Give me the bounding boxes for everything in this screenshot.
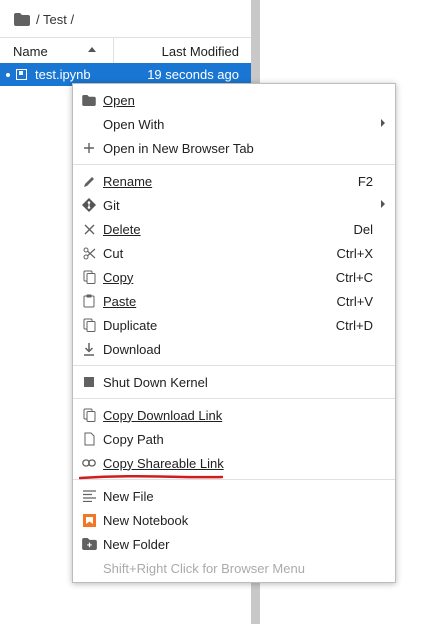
stop-icon bbox=[81, 374, 97, 390]
menu-label: Rename bbox=[103, 173, 153, 189]
menu-label: New Notebook bbox=[103, 512, 189, 528]
clipboard-icon bbox=[81, 293, 97, 309]
close-icon bbox=[81, 221, 97, 237]
menu-label: Duplicate bbox=[103, 317, 158, 333]
menu-label: Cut bbox=[103, 245, 124, 261]
menu-item-copy-download-link[interactable]: Copy Download Link bbox=[73, 403, 395, 427]
notebook-icon bbox=[81, 512, 97, 528]
menu-label: Shift+Right Click for Browser Menu bbox=[103, 560, 305, 576]
folder-icon bbox=[81, 92, 97, 108]
submenu-arrow-icon bbox=[381, 200, 385, 208]
menu-separator bbox=[73, 164, 395, 165]
menu-item-git[interactable]: Git bbox=[73, 193, 395, 217]
scissors-icon bbox=[81, 245, 97, 261]
menu-item-browser-menu-hint: Shift+Right Click for Browser Menu bbox=[73, 556, 395, 580]
menu-shortcut: Ctrl+C bbox=[335, 269, 373, 285]
file-list-header: Name Last Modified bbox=[0, 37, 251, 65]
menu-item-open-with[interactable]: Open With bbox=[73, 112, 395, 136]
menu-item-duplicate[interactable]: Duplicate Ctrl+D bbox=[73, 313, 395, 337]
git-icon bbox=[81, 197, 97, 213]
menu-item-new-folder[interactable]: New Folder bbox=[73, 532, 395, 556]
menu-item-paste[interactable]: Paste Ctrl+V bbox=[73, 289, 395, 313]
menu-item-delete[interactable]: Delete Del bbox=[73, 217, 395, 241]
menu-label: Download bbox=[103, 341, 161, 357]
file-name: test.ipynb bbox=[35, 67, 91, 82]
menu-label: Open bbox=[103, 92, 135, 108]
column-modified-label: Last Modified bbox=[161, 43, 239, 59]
link-icon bbox=[81, 455, 97, 471]
menu-separator bbox=[73, 365, 395, 366]
annotation-underline bbox=[79, 474, 223, 480]
menu-label: Git bbox=[103, 197, 120, 213]
menu-item-rename[interactable]: Rename F2 bbox=[73, 169, 395, 193]
menu-shortcut: Ctrl+X bbox=[336, 245, 373, 261]
blank-icon bbox=[81, 116, 97, 132]
menu-label: Paste bbox=[103, 293, 137, 309]
copy-icon bbox=[81, 407, 97, 423]
menu-item-open-new-tab[interactable]: Open in New Browser Tab bbox=[73, 136, 395, 160]
submenu-arrow-icon bbox=[381, 119, 385, 127]
menu-label: Shut Down Kernel bbox=[103, 374, 208, 390]
menu-item-download[interactable]: Download bbox=[73, 337, 395, 361]
text-file-icon bbox=[81, 488, 97, 504]
menu-item-cut[interactable]: Cut Ctrl+X bbox=[73, 241, 395, 265]
running-indicator-icon bbox=[6, 72, 10, 77]
column-header-last-modified[interactable]: Last Modified bbox=[114, 44, 251, 59]
menu-label: Delete bbox=[103, 221, 141, 237]
menu-separator bbox=[73, 398, 395, 399]
menu-label: New File bbox=[103, 488, 154, 504]
menu-label: New Folder bbox=[103, 536, 170, 552]
copy-icon bbox=[81, 269, 97, 285]
menu-shortcut: Ctrl+V bbox=[336, 293, 373, 309]
menu-shortcut: F2 bbox=[357, 173, 373, 189]
menu-label: Copy bbox=[103, 269, 134, 285]
new-folder-icon bbox=[81, 536, 97, 552]
breadcrumb: / Test / bbox=[14, 8, 74, 30]
menu-item-copy-path[interactable]: Copy Path bbox=[73, 427, 395, 451]
file-modified: 19 seconds ago bbox=[147, 67, 239, 82]
notebook-icon bbox=[16, 69, 27, 80]
blank-icon bbox=[81, 560, 97, 576]
menu-item-copy-shareable-link[interactable]: Copy Shareable Link bbox=[73, 451, 395, 475]
menu-item-copy[interactable]: Copy Ctrl+C bbox=[73, 265, 395, 289]
folder-icon[interactable] bbox=[14, 12, 30, 26]
duplicate-icon bbox=[81, 317, 97, 333]
download-icon bbox=[81, 341, 97, 357]
menu-shortcut: Del bbox=[353, 221, 373, 237]
context-menu: Open Open With Open in New Browser Tab R… bbox=[72, 83, 396, 583]
menu-item-open[interactable]: Open bbox=[73, 88, 395, 112]
menu-item-new-notebook[interactable]: New Notebook bbox=[73, 508, 395, 532]
sort-ascending-icon bbox=[88, 47, 96, 52]
pencil-icon bbox=[81, 173, 97, 189]
menu-item-shutdown-kernel[interactable]: Shut Down Kernel bbox=[73, 370, 395, 394]
plus-icon bbox=[81, 140, 97, 156]
file-icon bbox=[81, 431, 97, 447]
menu-label: Open With bbox=[103, 116, 165, 132]
column-name-label: Name bbox=[13, 43, 48, 59]
column-header-name[interactable]: Name bbox=[0, 38, 114, 64]
menu-label: Open in New Browser Tab bbox=[103, 140, 254, 156]
breadcrumb-path[interactable]: / Test / bbox=[36, 12, 74, 27]
menu-item-new-file[interactable]: New File bbox=[73, 484, 395, 508]
menu-label: Copy Download Link bbox=[103, 407, 223, 423]
menu-shortcut: Ctrl+D bbox=[335, 317, 373, 333]
menu-label: Copy Path bbox=[103, 431, 164, 447]
menu-label: Copy Shareable Link bbox=[103, 455, 224, 471]
